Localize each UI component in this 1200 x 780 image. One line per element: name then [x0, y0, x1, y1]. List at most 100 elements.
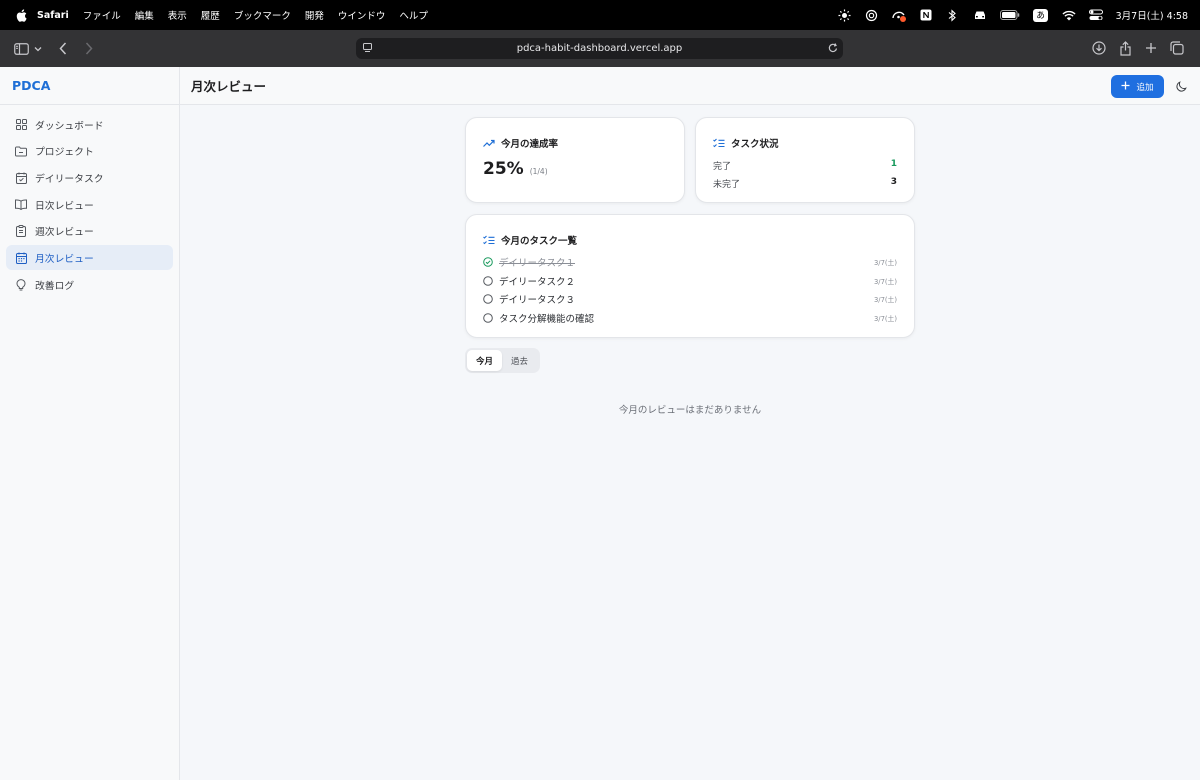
macos-menu-bar: Safari ファイル 編集 表示 履歴 ブックマーク 開発 ウインドウ ヘルプ… [0, 0, 1200, 30]
task-name: デイリータスク１ [499, 258, 576, 270]
list-check-icon [483, 234, 495, 246]
rate-row: 25% (1/4) [483, 159, 667, 179]
bluetooth-icon[interactable] [946, 8, 960, 22]
address-bar[interactable]: pdca-habit-dashboard.vercel.app [356, 38, 843, 59]
status-card-title: タスク状況 [731, 139, 779, 150]
sidebar-item-weekly-review[interactable]: 週次レビュー [6, 219, 173, 244]
url-text[interactable]: pdca-habit-dashboard.vercel.app [517, 43, 683, 54]
tab-past[interactable]: 過去 [502, 350, 537, 371]
page-title: 月次レビュー [191, 79, 267, 94]
sidebar-item-label: 週次レビュー [35, 227, 94, 239]
menu-view[interactable]: 表示 [168, 8, 187, 22]
apple-menu-icon[interactable] [13, 8, 29, 22]
sidebar: PDCA ダッシュボード プロジェクト デイリータスク 日次レビュー 週次レビュ… [0, 67, 180, 780]
brand-logo[interactable]: PDCA [0, 67, 179, 105]
sidebar-nav: ダッシュボード プロジェクト デイリータスク 日次レビュー 週次レビュー 月次レ… [0, 105, 179, 297]
openai-icon[interactable] [865, 8, 879, 22]
sidebar-item-label: デイリータスク [35, 173, 104, 185]
sidebar-item-label: ダッシュボード [35, 120, 104, 132]
circle-icon[interactable] [483, 275, 493, 286]
sidebar-toggle-icon[interactable] [10, 38, 32, 60]
task-date: 3/7(土) [873, 259, 897, 268]
sidebar-item-daily-review[interactable]: 日次レビュー [6, 192, 173, 217]
wifi-icon[interactable] [1062, 8, 1076, 22]
moon-icon[interactable] [1174, 79, 1188, 93]
sidebar-item-daily-tasks[interactable]: デイリータスク [6, 165, 173, 190]
status-row-todo: 未完了 3 [713, 177, 897, 190]
menu-app-name[interactable]: Safari [37, 10, 69, 21]
task-status-card: タスク状況 完了 1 未完了 3 [695, 117, 915, 203]
task-row[interactable]: デイリータスク２ 3/7(土) [483, 272, 897, 291]
page-settings-icon[interactable] [362, 42, 374, 57]
menubar-clock[interactable]: 3月7日(土) 4:58 [1116, 8, 1188, 22]
calendar-icon [14, 251, 28, 265]
task-row[interactable]: デイリータスク３ 3/7(土) [483, 290, 897, 309]
page-header: 月次レビュー 追加 [180, 67, 1200, 105]
task-name: デイリータスク２ [499, 276, 576, 288]
check-circle-icon[interactable] [483, 257, 493, 268]
menu-file[interactable]: ファイル [83, 8, 121, 22]
task-row[interactable]: タスク分解機能の確認 3/7(土) [483, 309, 897, 328]
achievement-rate-value: 25% [483, 159, 524, 179]
card-title: タスク状況 [713, 136, 897, 150]
calendar-check-icon [14, 171, 28, 185]
sun-icon[interactable] [838, 8, 852, 22]
add-button[interactable]: 追加 [1111, 75, 1164, 98]
sidebar-item-label: 改善ログ [35, 280, 75, 292]
input-method-label: あ [1033, 8, 1049, 22]
car-icon[interactable] [973, 8, 987, 22]
battery-icon[interactable] [999, 8, 1020, 22]
new-tab-icon[interactable] [1140, 37, 1162, 59]
circle-icon[interactable] [483, 312, 493, 323]
grid-icon [14, 118, 28, 132]
clipboard-icon [14, 224, 28, 238]
tab-current-month[interactable]: 今月 [467, 350, 502, 371]
menu-history[interactable]: 履歴 [201, 8, 220, 22]
download-icon[interactable] [1088, 37, 1110, 59]
notion-icon[interactable] [919, 8, 933, 22]
browser-toolbar: pdca-habit-dashboard.vercel.app [0, 30, 1200, 67]
task-row[interactable]: デイリータスク１ 3/7(土) [483, 253, 897, 272]
task-date: 3/7(土) [873, 277, 897, 286]
sidebar-item-label: プロジェクト [35, 147, 94, 159]
main-content: 今月の達成率 25% (1/4) タスク状況 完了 1 未完了 3 今月のタスク… [180, 106, 1200, 780]
share-icon[interactable] [1114, 37, 1136, 59]
sidebar-item-projects[interactable]: プロジェクト [6, 139, 173, 164]
tasks-card-title: 今月のタスク一覧 [501, 236, 578, 247]
reload-icon[interactable] [827, 42, 839, 57]
period-tabs: 今月 過去 [465, 348, 540, 373]
input-method-icon[interactable]: あ [1033, 8, 1049, 22]
menu-window[interactable]: ウインドウ [338, 8, 386, 22]
monitor-status-icon[interactable] [891, 8, 906, 22]
menu-bookmarks[interactable]: ブックマーク [234, 8, 291, 22]
forward-icon[interactable] [78, 38, 100, 60]
sidebar-item-label: 日次レビュー [35, 200, 94, 212]
task-name: デイリータスク３ [499, 295, 576, 307]
menu-edit[interactable]: 編集 [135, 8, 154, 22]
sidebar-item-monthly-review[interactable]: 月次レビュー [6, 245, 173, 271]
circle-icon[interactable] [483, 294, 493, 305]
task-date: 3/7(土) [873, 296, 897, 305]
list-check-icon [713, 137, 725, 149]
chevron-down-icon[interactable] [32, 38, 44, 60]
sidebar-item-dashboard[interactable]: ダッシュボード [6, 112, 173, 137]
status-done-label: 完了 [713, 162, 732, 172]
back-icon[interactable] [52, 38, 74, 60]
sidebar-item-improvement-log[interactable]: 改善ログ [6, 272, 173, 297]
card-title: 今月の達成率 [483, 136, 667, 150]
lightbulb-icon [14, 278, 28, 292]
menu-help[interactable]: ヘルプ [399, 8, 428, 22]
status-todo-label: 未完了 [713, 180, 741, 190]
control-center-icon[interactable] [1088, 8, 1103, 22]
task-date: 3/7(土) [873, 314, 897, 323]
task-name: タスク分解機能の確認 [499, 313, 595, 325]
card-title: 今月のタスク一覧 [483, 233, 897, 247]
folder-icon [14, 144, 28, 158]
book-icon [14, 198, 28, 212]
plus-icon [1121, 81, 1130, 93]
empty-state-message: 今月のレビューはまだありません [618, 405, 762, 416]
achievement-rate-card: 今月の達成率 25% (1/4) [465, 117, 685, 203]
add-button-label: 追加 [1136, 82, 1154, 93]
tab-overview-icon[interactable] [1166, 37, 1188, 59]
menu-develop[interactable]: 開発 [305, 8, 324, 22]
